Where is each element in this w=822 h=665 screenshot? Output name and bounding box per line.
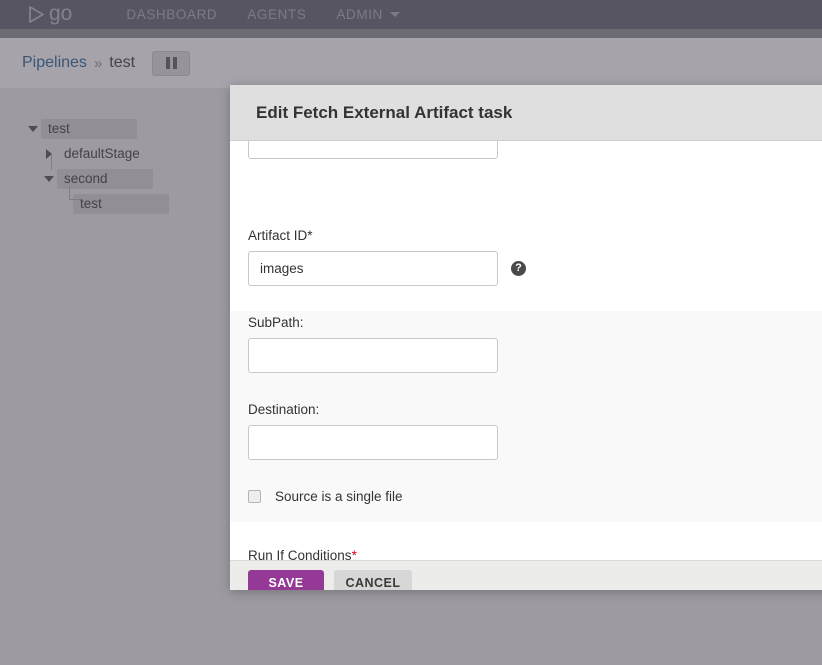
subpath-label: SubPath: [248,315,304,330]
field-artifact-id: Artifact ID* ? [248,228,526,286]
modal-title: Edit Fetch External Artifact task [256,102,513,122]
screen-root: Pipelines » test test defaultStage secon… [0,0,822,665]
modal-body: Artifact ID* ? SubPath: Destination: [230,141,822,560]
modal-footer: SAVE CANCEL [230,560,822,590]
source-single-file-checkbox[interactable] [248,490,261,503]
destination-label: Destination: [248,402,320,417]
scrolled-off-input[interactable] [248,141,498,159]
required-marker: * [307,228,313,243]
edit-task-modal: Edit Fetch External Artifact task Artifa… [230,85,822,590]
modal-header: Edit Fetch External Artifact task [230,85,822,141]
artifact-id-input[interactable] [248,251,498,286]
help-question-icon[interactable]: ? [511,261,526,276]
run-if-conditions-label: Run If Conditions* [248,548,357,560]
artifact-id-input-row: ? [248,251,526,286]
artifact-id-label: Artifact ID* [248,228,526,243]
destination-input[interactable] [248,425,498,460]
artifact-id-label-text: Artifact ID [248,228,308,243]
field-subpath: SubPath: [248,315,498,373]
cancel-button[interactable]: CANCEL [334,570,412,590]
run-if-label-text: Run If Conditions [248,548,352,560]
run-if-conditions-label-block: Run If Conditions* [248,548,357,560]
source-single-file-label[interactable]: Source is a single file [275,489,403,504]
save-button[interactable]: SAVE [248,570,324,590]
field-destination: Destination: [248,402,498,460]
source-single-file-row[interactable]: Source is a single file [248,489,403,504]
subpath-input[interactable] [248,338,498,373]
required-marker: * [351,548,357,560]
